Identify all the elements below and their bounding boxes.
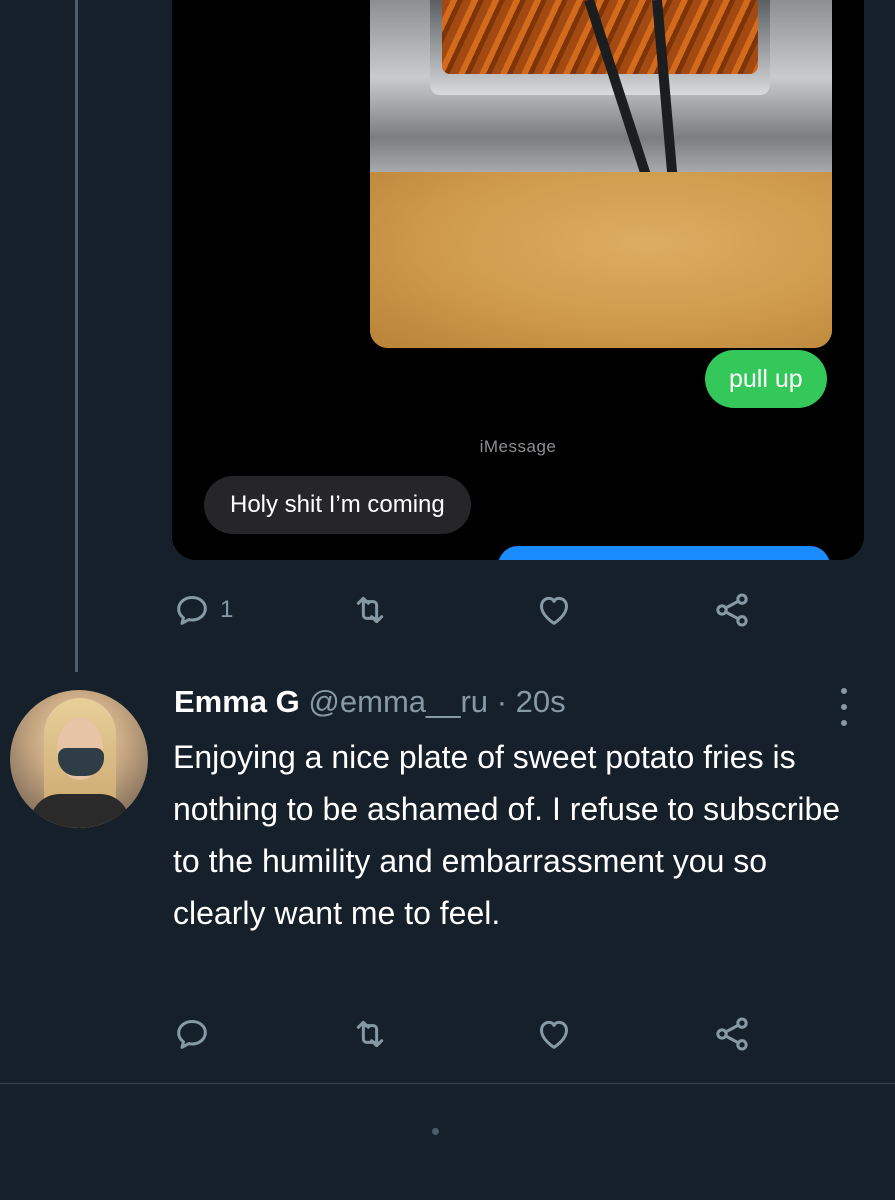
header-separator: · [496, 684, 508, 719]
tweet-header: Emma G @emma__ru · 20s [174, 684, 566, 720]
share-button[interactable] [712, 1012, 752, 1056]
display-name[interactable]: Emma G [174, 684, 300, 719]
imessage-label: iMessage [479, 437, 557, 456]
partial-sent-bubble [498, 546, 830, 560]
share-button[interactable] [712, 588, 752, 632]
share-icon [716, 1017, 748, 1051]
retweet-icon [356, 596, 384, 624]
more-vertical-icon [841, 688, 847, 694]
loading-indicator [432, 1128, 439, 1135]
retweet-button[interactable] [350, 588, 390, 632]
tweet-media-image[interactable]: pull up iMessage Holy shit I’m coming [172, 0, 864, 560]
like-button[interactable] [534, 1012, 574, 1056]
reply-button[interactable]: 1 [172, 588, 233, 632]
user-handle[interactable]: @emma__ru [308, 684, 488, 719]
share-icon [716, 593, 748, 627]
tweet-text: Enjoying a nice plate of sweet potato fr… [173, 739, 841, 931]
more-options-button[interactable] [834, 688, 854, 726]
reply-icon [177, 1020, 207, 1049]
reply-count: 1 [220, 596, 234, 623]
thread-connector-line [75, 0, 78, 672]
sent-message-bubble: pull up [705, 350, 827, 408]
reply-icon [177, 596, 207, 625]
timeline: pull up iMessage Holy shit I’m coming 1 [0, 0, 895, 1200]
retweet-icon [356, 1020, 384, 1048]
reply-tweet-action-bar [172, 1012, 792, 1056]
like-button[interactable] [534, 588, 574, 632]
received-message-bubble: Holy shit I’m coming [204, 476, 471, 534]
heart-icon [540, 596, 568, 625]
retweet-button[interactable] [350, 1012, 390, 1056]
avatar[interactable] [10, 690, 148, 828]
heart-icon [540, 1020, 568, 1049]
tweet-timestamp[interactable]: 20s [516, 684, 566, 719]
reply-button[interactable] [172, 1012, 212, 1056]
tweet-divider [0, 1083, 895, 1084]
sweet-potato-fries-photo [370, 0, 832, 348]
tweet-action-bar: 1 [172, 588, 792, 632]
